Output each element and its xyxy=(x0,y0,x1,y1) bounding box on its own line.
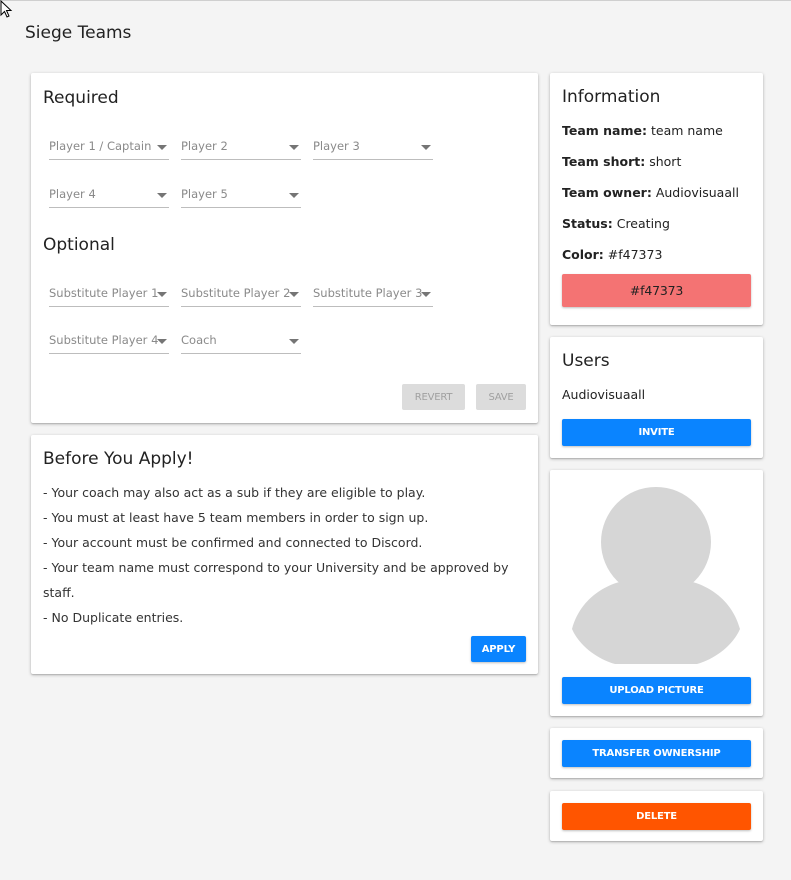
invite-button[interactable]: INVITE xyxy=(562,419,751,446)
select-label: Player 4 xyxy=(49,187,96,201)
player-5-select[interactable]: Player 5 xyxy=(181,183,301,208)
team-owner-row: Team owner: Audiovisuaall xyxy=(562,185,739,200)
rule-line: staff. xyxy=(43,585,75,600)
rule-line: - Your account must be confirmed and con… xyxy=(43,535,423,550)
upload-picture-button[interactable]: UPLOAD PICTURE xyxy=(562,677,751,704)
optional-heading: Optional xyxy=(43,235,115,255)
substitute-player-2-select[interactable]: Substitute Player 2 xyxy=(181,282,301,307)
chevron-down-icon xyxy=(289,339,299,344)
transfer-ownership-card: TRANSFER OWNERSHIP xyxy=(550,728,763,778)
rules-heading: Before You Apply! xyxy=(43,449,194,469)
window-top-border xyxy=(0,0,791,1)
coach-select[interactable]: Coach xyxy=(181,329,301,354)
team-name-row: Team name: team name xyxy=(562,123,723,138)
chevron-down-icon xyxy=(289,145,299,150)
rule-line: - Your coach may also act as a sub if th… xyxy=(43,485,426,500)
select-label: Substitute Player 3 xyxy=(313,286,423,300)
chevron-down-icon xyxy=(157,292,167,297)
color-picker-button[interactable]: #f47373 xyxy=(562,274,751,307)
chevron-down-icon xyxy=(157,339,167,344)
before-you-apply-card: Before You Apply! - Your coach may also … xyxy=(31,435,538,674)
team-picture-card: UPLOAD PICTURE xyxy=(550,470,763,716)
rule-line: - No Duplicate entries. xyxy=(43,610,184,625)
team-name-value: team name xyxy=(650,123,723,138)
select-label: Player 5 xyxy=(181,187,228,201)
team-short-label: Team short: xyxy=(562,154,646,169)
player-4-select[interactable]: Player 4 xyxy=(49,183,169,208)
team-short-row: Team short: short xyxy=(562,154,681,169)
information-heading: Information xyxy=(562,87,661,107)
select-label: Substitute Player 1 xyxy=(49,286,159,300)
user-avatar-icon xyxy=(572,487,740,664)
status-row: Status: Creating xyxy=(562,216,670,231)
chevron-down-icon xyxy=(289,292,299,297)
chevron-down-icon xyxy=(421,292,431,297)
color-value: #f47373 xyxy=(607,247,663,262)
delete-button[interactable]: DELETE xyxy=(562,803,751,830)
player-3-select[interactable]: Player 3 xyxy=(313,135,433,160)
color-swatch-label: #f47373 xyxy=(629,283,684,298)
apply-button[interactable]: APPLY xyxy=(471,636,526,662)
team-members-card: Required Player 1 / Captain Player 2 Pla… xyxy=(31,73,538,423)
status-label: Status: xyxy=(562,216,613,231)
user-list-item[interactable]: Audiovisuaall xyxy=(562,387,645,402)
mouse-cursor-icon xyxy=(0,0,13,18)
team-short-value: short xyxy=(649,154,682,169)
select-label: Substitute Player 4 xyxy=(49,333,159,347)
select-label: Player 3 xyxy=(313,139,360,153)
player-2-select[interactable]: Player 2 xyxy=(181,135,301,160)
select-label: Substitute Player 2 xyxy=(181,286,291,300)
chevron-down-icon xyxy=(289,193,299,198)
users-card: Users Audiovisuaall INVITE xyxy=(550,337,763,458)
chevron-down-icon xyxy=(157,193,167,198)
save-button[interactable]: SAVE xyxy=(476,384,526,410)
team-owner-label: Team owner: xyxy=(562,185,652,200)
player-1-captain-select[interactable]: Player 1 / Captain xyxy=(49,135,169,160)
rule-line: - Your team name must correspond to your… xyxy=(43,560,509,575)
revert-button[interactable]: REVERT xyxy=(402,384,465,410)
substitute-player-4-select[interactable]: Substitute Player 4 xyxy=(49,329,169,354)
information-card: Information Team name: team name Team sh… xyxy=(550,73,763,325)
select-label: Player 1 / Captain xyxy=(49,139,152,153)
transfer-ownership-button[interactable]: TRANSFER OWNERSHIP xyxy=(562,740,751,767)
team-name-label: Team name: xyxy=(562,123,647,138)
users-heading: Users xyxy=(562,351,610,371)
substitute-player-1-select[interactable]: Substitute Player 1 xyxy=(49,282,169,307)
chevron-down-icon xyxy=(157,145,167,150)
color-label: Color: xyxy=(562,247,604,262)
status-value: Creating xyxy=(616,216,670,231)
team-owner-value: Audiovisuaall xyxy=(655,185,739,200)
color-row: Color: #f47373 xyxy=(562,247,662,262)
chevron-down-icon xyxy=(421,145,431,150)
select-label: Player 2 xyxy=(181,139,228,153)
substitute-player-3-select[interactable]: Substitute Player 3 xyxy=(313,282,433,307)
delete-team-card: DELETE xyxy=(550,791,763,841)
select-label: Coach xyxy=(181,333,217,347)
page-title: Siege Teams xyxy=(25,23,132,43)
required-heading: Required xyxy=(43,88,119,108)
rule-line: - You must at least have 5 team members … xyxy=(43,510,429,525)
